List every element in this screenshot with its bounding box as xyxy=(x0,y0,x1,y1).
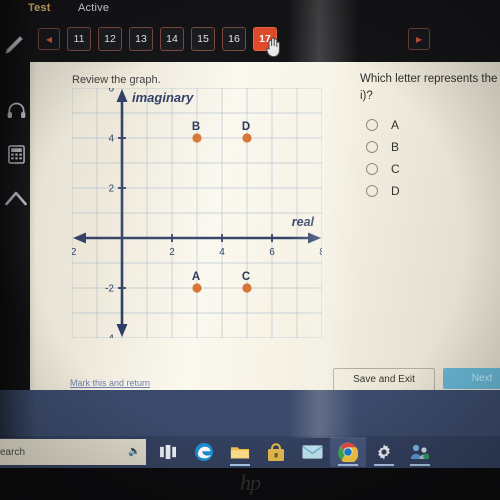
question-button-15[interactable]: 15 xyxy=(191,27,215,51)
next-button[interactable]: Next xyxy=(443,368,500,389)
page-background xyxy=(0,390,500,436)
svg-text:6: 6 xyxy=(269,247,275,258)
question-text: Which letter represents the i)? xyxy=(360,71,500,104)
headphones-icon[interactable] xyxy=(4,98,28,122)
chrome-browser-icon[interactable] xyxy=(330,437,366,467)
pencil-icon[interactable] xyxy=(3,34,27,56)
question-button-12[interactable]: 12 xyxy=(98,27,122,51)
search-placeholder: earch xyxy=(0,446,26,458)
tool-rail xyxy=(0,62,30,438)
svg-text:4: 4 xyxy=(108,134,114,145)
svg-text:D: D xyxy=(242,121,250,133)
question-text-line2: i)? xyxy=(360,89,373,102)
mail-icon[interactable] xyxy=(294,437,330,467)
svg-text:-4: -4 xyxy=(105,334,114,339)
test-top-bar: Test Active ◀ 11 12 13 14 15 16 17 ▶ xyxy=(0,0,500,62)
svg-text:6: 6 xyxy=(108,88,114,95)
settings-gear-icon[interactable] xyxy=(366,437,402,467)
question-button-16[interactable]: 16 xyxy=(222,27,246,51)
choice-b[interactable]: B xyxy=(366,136,400,158)
choice-a[interactable]: A xyxy=(366,114,400,136)
microsoft-store-icon[interactable] xyxy=(258,437,294,467)
question-button-11[interactable]: 11 xyxy=(67,27,91,51)
question-text-line1: Which letter represents the xyxy=(360,73,498,85)
microphone-icon[interactable]: 🔈 xyxy=(128,446,140,458)
svg-text:imaginary: imaginary xyxy=(132,90,194,105)
app-running-indicator xyxy=(338,464,358,466)
nav-next-button[interactable]: ▶ xyxy=(408,28,430,50)
svg-text:A: A xyxy=(192,271,200,283)
svg-text:-2: -2 xyxy=(72,247,77,258)
graph-prompt: Review the graph. xyxy=(72,74,161,86)
choice-c[interactable]: C xyxy=(366,158,400,180)
choice-label-c: C xyxy=(391,162,400,176)
choice-label-b: B xyxy=(391,140,400,154)
app-title: Test xyxy=(28,2,51,14)
hp-logo: hp xyxy=(240,470,261,495)
radio-button-b[interactable] xyxy=(366,141,378,153)
question-button-17[interactable]: 17 xyxy=(253,27,277,51)
app-running-indicator xyxy=(230,464,250,466)
app-running-indicator xyxy=(410,464,430,466)
office-app-icon[interactable] xyxy=(402,437,438,467)
test-paper: Review the graph. Which letter represent… xyxy=(30,62,500,391)
search-input[interactable]: earch 🔈 xyxy=(0,439,146,465)
save-and-exit-button[interactable]: Save and Exit xyxy=(333,368,435,391)
edge-browser-icon[interactable] xyxy=(186,437,222,467)
calculator-icon[interactable] xyxy=(4,142,28,166)
svg-text:-2: -2 xyxy=(105,284,114,295)
svg-text:2: 2 xyxy=(108,184,114,195)
svg-text:C: C xyxy=(242,271,250,283)
app-running-indicator xyxy=(374,464,394,466)
nav-prev-button[interactable]: ◀ xyxy=(38,28,60,50)
svg-text:4: 4 xyxy=(219,247,225,258)
question-number-nav: ◀ 11 12 13 14 15 16 17 xyxy=(38,24,277,54)
up-arrow-icon[interactable] xyxy=(4,186,28,210)
radio-button-a[interactable] xyxy=(366,119,378,131)
choice-label-a: A xyxy=(391,118,400,132)
app-status: Active xyxy=(78,2,110,14)
question-button-13[interactable]: 13 xyxy=(129,27,153,51)
svg-text:real: real xyxy=(292,215,315,229)
choice-label-d: D xyxy=(391,184,400,198)
svg-text:2: 2 xyxy=(169,247,175,258)
choice-d[interactable]: D xyxy=(366,180,400,202)
graph-svg: -2 2 4 6 8 6 4 2 -2 -4 imaginary real B D A C xyxy=(72,88,322,338)
file-explorer-icon[interactable] xyxy=(222,437,258,467)
radio-button-c[interactable] xyxy=(366,163,378,175)
complex-plane-graph: -2 2 4 6 8 6 4 2 -2 -4 imaginary real B D A C xyxy=(72,88,322,338)
radio-button-d[interactable] xyxy=(366,185,378,197)
task-view-icon[interactable] xyxy=(150,437,186,467)
question-button-14[interactable]: 14 xyxy=(160,27,184,51)
svg-text:B: B xyxy=(192,121,200,133)
laptop-screen: Test Active ◀ 11 12 13 14 15 16 17 ▶ Rev… xyxy=(0,0,500,500)
taskbar-apps xyxy=(150,437,438,467)
svg-text:8: 8 xyxy=(319,247,322,258)
answer-choices: A B C D xyxy=(366,114,400,202)
mark-and-return-link[interactable]: Mark this and return xyxy=(70,378,150,388)
